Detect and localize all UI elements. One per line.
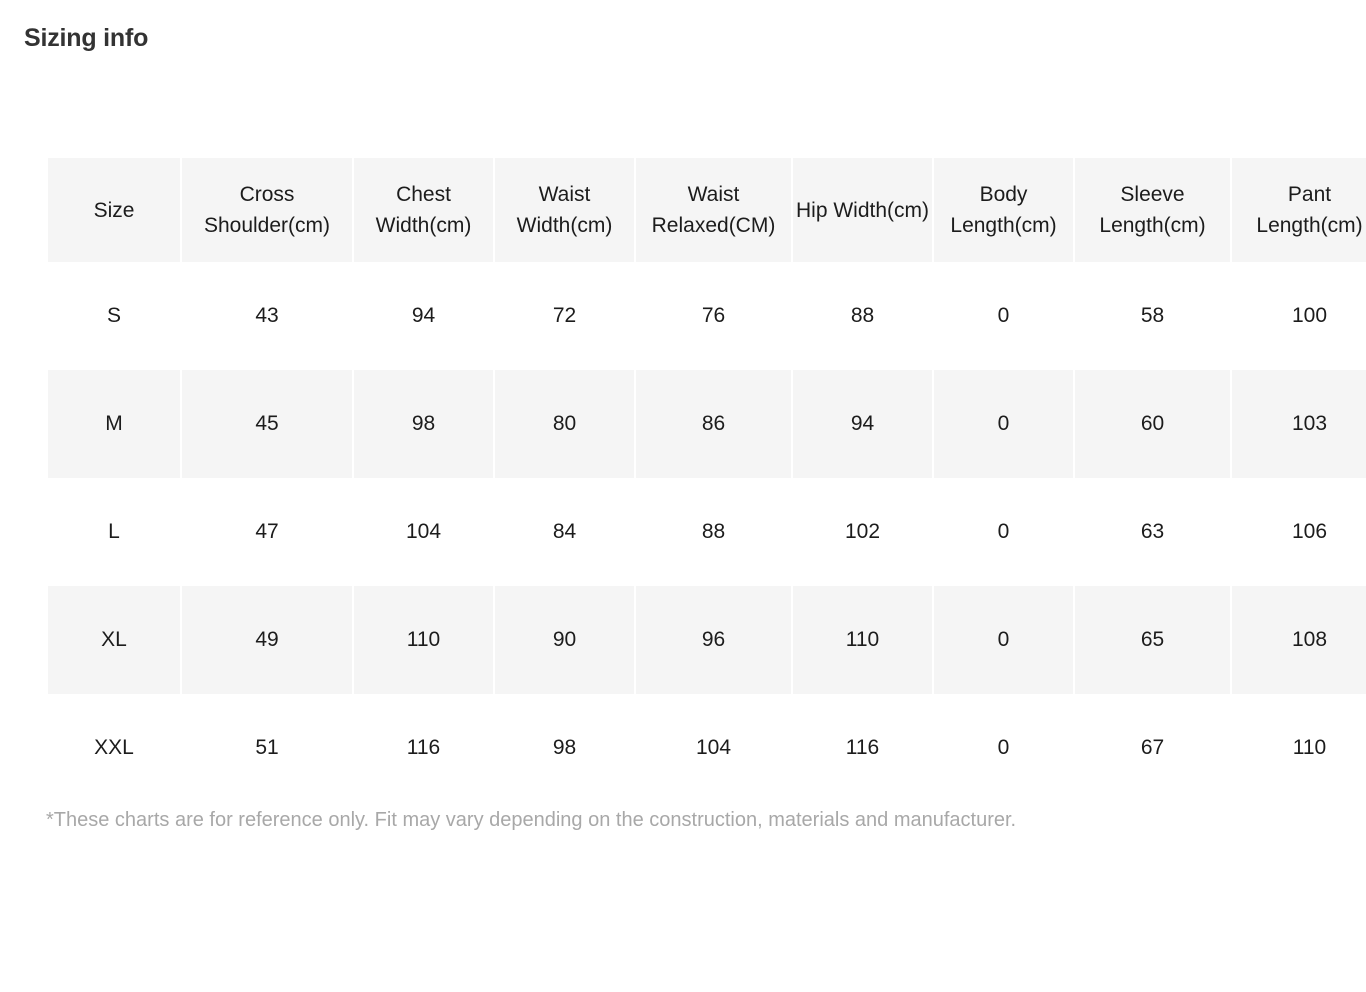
cell-waist-width: 84 (552, 520, 577, 543)
cell-body-length: 0 (934, 370, 1073, 478)
cell-cross-shoulder: 49 (182, 586, 352, 694)
cell-chest-width: 110 (354, 586, 493, 694)
cell-chest-width: 98 (354, 370, 493, 478)
cell-sleeve-length: 63 (1140, 520, 1165, 543)
cell-waist-relaxed: 76 (701, 304, 726, 327)
size-chart-table: Size Cross Shoulder(cm) Chest Width(cm) … (46, 158, 1366, 802)
cell-size: XL (48, 586, 180, 694)
column-header-sleeve-length: Sleeve Length(cm) (1075, 158, 1230, 262)
table-row: L 47 104 84 88 102 0 63 106 (48, 478, 1366, 586)
cell-waist-width: 90 (495, 586, 634, 694)
table-row: XXL 51 116 98 104 116 0 67 110 (48, 694, 1366, 802)
cell-sleeve-length: 65 (1075, 586, 1230, 694)
cell-chest-width: 116 (406, 736, 441, 759)
cell-hip-width: 94 (793, 370, 932, 478)
cell-body-length: 0 (934, 586, 1073, 694)
table-row: M 45 98 80 86 94 0 60 103 (48, 370, 1366, 478)
column-header-chest-width: Chest Width(cm) (354, 158, 493, 262)
cell-sleeve-length: 60 (1075, 370, 1230, 478)
cell-chest-width: 104 (405, 520, 442, 543)
cell-size: S (106, 304, 121, 327)
table-header: Size Cross Shoulder(cm) Chest Width(cm) … (48, 158, 1366, 262)
column-header-cross-shoulder: Cross Shoulder(cm) (182, 158, 352, 262)
cell-cross-shoulder: 51 (255, 736, 279, 759)
cell-waist-relaxed: 96 (636, 586, 791, 694)
cell-pant-length: 106 (1291, 520, 1328, 543)
cell-cross-shoulder: 43 (255, 304, 279, 327)
cell-pant-length: 108 (1232, 586, 1366, 694)
table-row: XL 49 110 90 96 110 0 65 108 (48, 586, 1366, 694)
cell-waist-relaxed: 104 (695, 736, 732, 759)
column-header-pant-length: Pant Length(cm) (1232, 158, 1366, 262)
cell-hip-width: 102 (844, 520, 881, 543)
cell-pant-length: 103 (1232, 370, 1366, 478)
cell-body-length: 0 (997, 304, 1010, 327)
cell-body-length: 0 (997, 520, 1010, 543)
cell-body-length: 0 (997, 736, 1010, 759)
cell-size: XXL (94, 736, 134, 759)
table-row: S 43 94 72 76 88 0 58 100 (48, 262, 1366, 370)
cell-waist-relaxed: 88 (701, 520, 726, 543)
cell-cross-shoulder: 45 (182, 370, 352, 478)
cell-sleeve-length: 67 (1140, 736, 1165, 759)
cell-waist-width: 80 (495, 370, 634, 478)
cell-hip-width: 116 (845, 736, 880, 759)
column-header-waist-relaxed: Waist Relaxed(CM) (636, 158, 791, 262)
cell-pant-length: 110 (1292, 736, 1327, 759)
cell-cross-shoulder: 47 (255, 520, 279, 543)
page-title: Sizing info (24, 24, 149, 52)
cell-waist-relaxed: 86 (636, 370, 791, 478)
column-header-body-length: Body Length(cm) (934, 158, 1073, 262)
sizing-disclaimer: *These charts are for reference only. Fi… (46, 809, 1017, 831)
cell-waist-width: 72 (552, 304, 577, 327)
column-header-waist-width: Waist Width(cm) (495, 158, 634, 262)
table-header-row: Size Cross Shoulder(cm) Chest Width(cm) … (48, 158, 1366, 262)
table-body: S 43 94 72 76 88 0 58 100 M 45 98 80 86 … (48, 262, 1366, 802)
cell-chest-width: 94 (411, 304, 436, 327)
cell-size: L (108, 520, 120, 543)
column-header-hip-width: Hip Width(cm) (793, 158, 932, 262)
size-chart-container: Size Cross Shoulder(cm) Chest Width(cm) … (48, 158, 1366, 802)
cell-sleeve-length: 58 (1140, 304, 1165, 327)
cell-hip-width: 88 (850, 304, 875, 327)
cell-pant-length: 100 (1291, 304, 1328, 327)
cell-hip-width: 110 (793, 586, 932, 694)
column-header-size: Size (48, 158, 180, 262)
cell-waist-width: 98 (552, 736, 577, 759)
cell-size: M (48, 370, 180, 478)
sizing-info-page: Sizing info Size Cross Shoulder(cm) Ches… (0, 0, 1366, 992)
